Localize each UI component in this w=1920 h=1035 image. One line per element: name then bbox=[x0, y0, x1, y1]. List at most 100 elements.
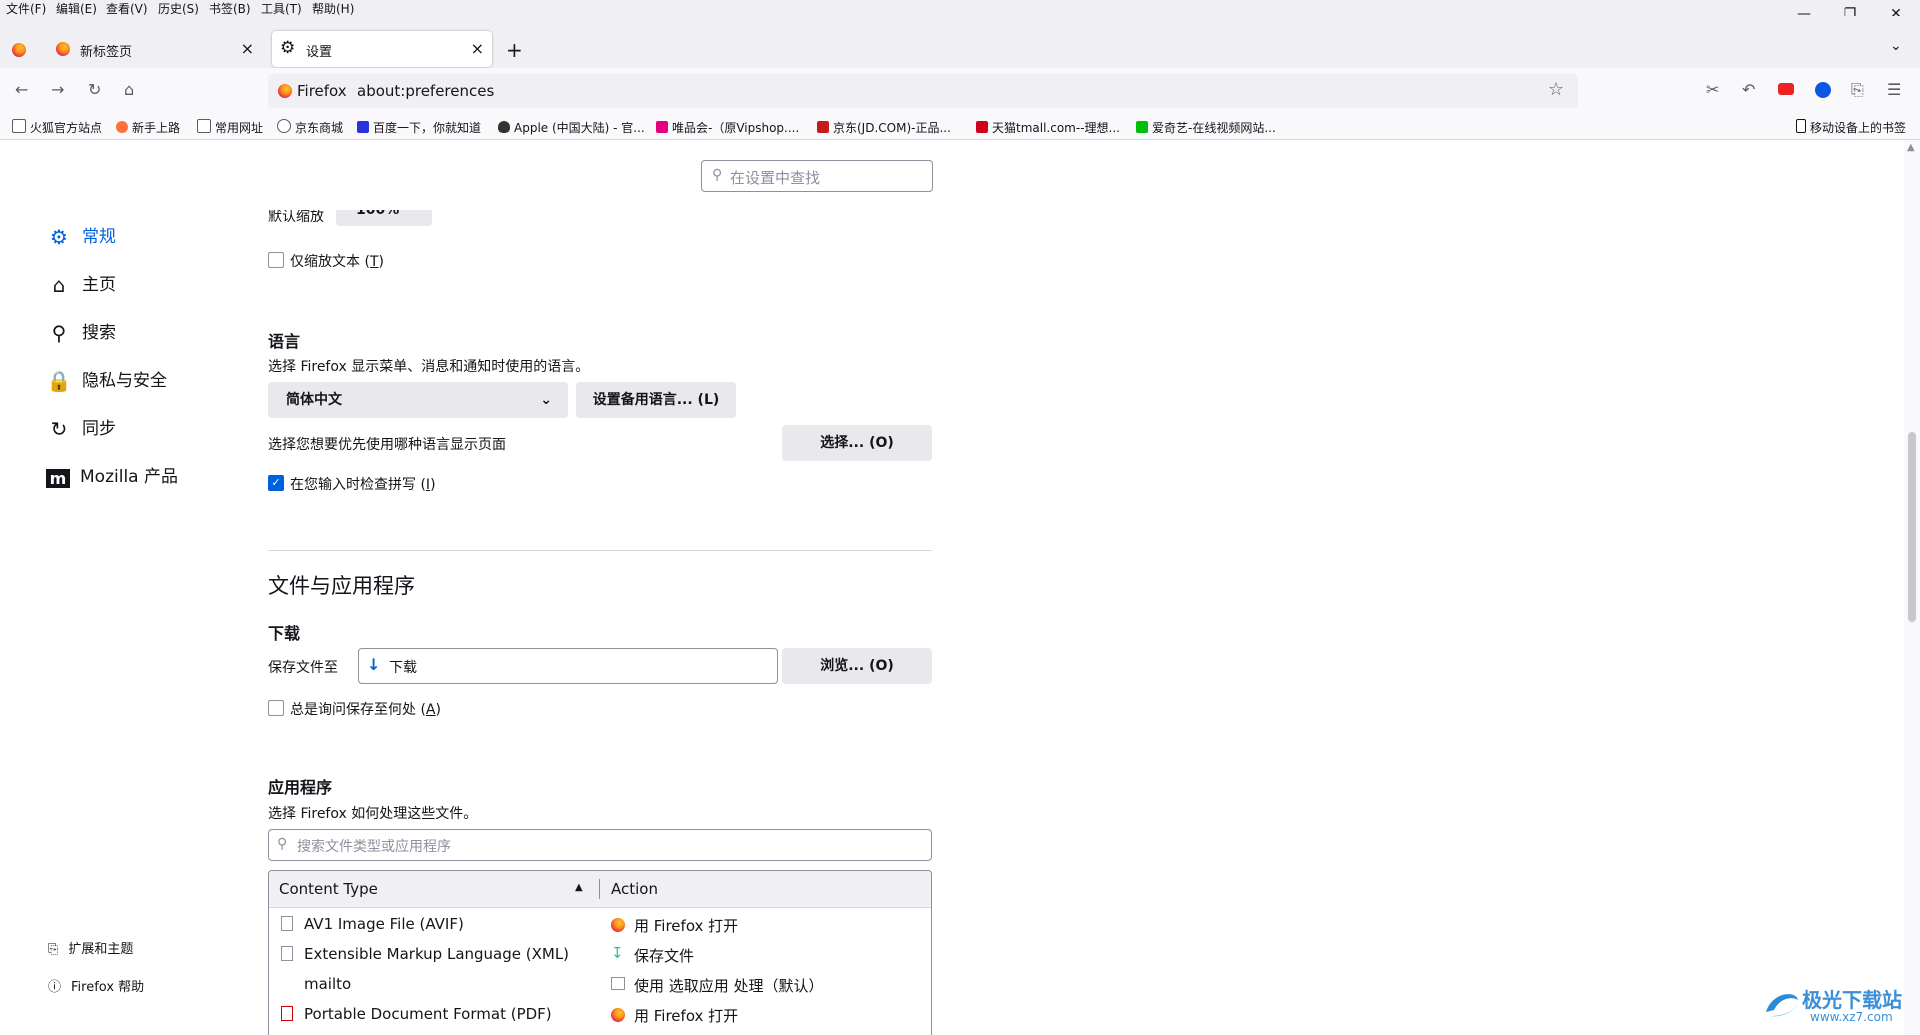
alt-language-button[interactable]: 设置备用语言... (L) bbox=[576, 382, 736, 418]
firefox-icon bbox=[611, 918, 625, 932]
jd-icon bbox=[817, 121, 829, 133]
account-icon[interactable] bbox=[1815, 82, 1831, 98]
gear-icon: ⚙ bbox=[50, 225, 68, 249]
tab-new-tab[interactable]: 新标签页 × bbox=[46, 31, 262, 67]
action-cell: 用 Firefox 打开 bbox=[634, 1007, 739, 1025]
spellcheck-label[interactable]: 在您输入时检查拼写 (I) bbox=[290, 474, 436, 494]
watermark-logo: 极光下载站 www.xz7.com bbox=[1762, 980, 1912, 1030]
sidebar-footer-help[interactable]: ⓘ Firefox 帮助 bbox=[48, 976, 144, 995]
table-row[interactable]: mailto 使用 选取应用 处理（默认） bbox=[269, 971, 931, 999]
sidebar-item-mozilla[interactable]: m Mozilla 产品 bbox=[46, 462, 178, 488]
table-row[interactable]: Portable Document Format (PDF) 用 Firefox… bbox=[269, 1001, 931, 1029]
menu-icon[interactable]: ☰ bbox=[1887, 80, 1901, 99]
settings-search-input[interactable]: ⚲ 在设置中查找 bbox=[701, 160, 933, 192]
bookmark-item[interactable]: 新手上路 bbox=[116, 119, 180, 136]
back-icon[interactable]: ← bbox=[15, 80, 28, 99]
sidebar-item-search[interactable]: ⚲ 搜索 bbox=[46, 318, 116, 345]
tab-label: 新标签页 bbox=[80, 45, 133, 60]
bookmark-label: 京东(JD.COM)-正品... bbox=[833, 121, 951, 135]
bookmark-item[interactable]: 火狐官方站点 bbox=[12, 119, 102, 136]
firefox-icon bbox=[116, 121, 128, 133]
language-select[interactable]: 简体中文 ⌄ bbox=[268, 382, 568, 418]
downloads-heading: 下载 bbox=[268, 624, 301, 643]
extensions-icon[interactable]: ⎘ bbox=[1851, 80, 1864, 100]
search-icon: ⚲ bbox=[712, 167, 723, 183]
bookmark-label: 百度一下，你就知道 bbox=[373, 121, 482, 135]
menu-tools[interactable]: 工具(T) bbox=[261, 0, 302, 17]
bookmark-label: 火狐官方站点 bbox=[30, 121, 103, 135]
bookmark-star-icon[interactable]: ☆ bbox=[1548, 79, 1564, 100]
watermark-url: www.xz7.com bbox=[1810, 1010, 1893, 1024]
column-content-type[interactable]: Content Type bbox=[279, 880, 378, 898]
scrollbar-thumb[interactable] bbox=[1908, 432, 1916, 622]
menu-history[interactable]: 历史(S) bbox=[158, 0, 199, 17]
always-ask-label[interactable]: 总是询问保存至何处 (A) bbox=[290, 699, 441, 719]
bookmark-item[interactable]: Apple (中国大陆) - 官... bbox=[498, 119, 645, 136]
zoom-select[interactable]: 100% bbox=[336, 210, 432, 226]
file-icon bbox=[281, 946, 293, 961]
applications-description: 选择 Firefox 如何处理这些文件。 bbox=[268, 806, 478, 822]
applications-heading: 应用程序 bbox=[268, 778, 333, 797]
image-file-icon bbox=[281, 916, 293, 931]
sync-icon: ↻ bbox=[50, 417, 68, 441]
sidebar-footer-extensions[interactable]: ⎘ 扩展和主题 bbox=[48, 938, 133, 957]
sidebar-item-sync[interactable]: ↻ 同步 bbox=[46, 414, 116, 441]
spellcheck-checkbox[interactable]: ✓ bbox=[268, 475, 284, 491]
table-row[interactable]: Extensible Markup Language (XML) ↧ 保存文件 bbox=[269, 941, 931, 969]
table-row[interactable]: AV1 Image File (AVIF) 用 Firefox 打开 bbox=[269, 911, 931, 939]
bookmark-label: 移动设备上的书签 bbox=[1810, 121, 1907, 135]
bookmark-item[interactable]: 爱奇艺-在线视频网站... bbox=[1136, 119, 1276, 136]
menu-view[interactable]: 查看(V) bbox=[106, 0, 148, 17]
scroll-up-icon[interactable]: ▲ bbox=[1907, 142, 1915, 153]
menu-bookmarks[interactable]: 书签(B) bbox=[209, 0, 251, 17]
language-heading: 语言 bbox=[268, 332, 301, 351]
bookmark-label: 爱奇艺-在线视频网站... bbox=[1152, 121, 1276, 135]
column-action[interactable]: Action bbox=[611, 880, 658, 898]
screenshot-icon[interactable]: ✂ bbox=[1706, 80, 1719, 99]
sidebar-item-home[interactable]: ⌂ 主页 bbox=[46, 270, 116, 297]
content-type-cell: Portable Document Format (PDF) bbox=[304, 1005, 552, 1023]
new-tab-button[interactable]: + bbox=[506, 38, 523, 62]
scrollbar-track[interactable]: ▲ bbox=[1904, 140, 1920, 1034]
choose-language-button[interactable]: 选择... (O) bbox=[782, 425, 932, 461]
video-icon[interactable] bbox=[1778, 83, 1794, 95]
menu-file[interactable]: 文件(F) bbox=[6, 0, 46, 17]
browse-button[interactable]: 浏览... (O) bbox=[782, 648, 932, 684]
url-text[interactable]: about:preferences bbox=[357, 82, 494, 100]
home-icon[interactable]: ⌂ bbox=[124, 80, 134, 99]
url-bar[interactable]: Firefox about:preferences ☆ bbox=[268, 74, 1578, 108]
language-description: 选择 Firefox 显示菜单、消息和通知时使用的语言。 bbox=[268, 359, 590, 375]
home-icon: ⌂ bbox=[52, 273, 66, 297]
bookmark-item[interactable]: 百度一下，你就知道 bbox=[357, 119, 481, 136]
sidebar-item-general[interactable]: ⚙ 常规 bbox=[46, 222, 116, 249]
action-cell: 保存文件 bbox=[634, 947, 695, 965]
sidebar-item-label: 常规 bbox=[82, 227, 116, 247]
bookmark-item[interactable]: 唯品会-（原Vipshop.... bbox=[656, 119, 799, 136]
forward-icon[interactable]: → bbox=[51, 80, 64, 99]
close-tab-icon[interactable]: × bbox=[471, 39, 484, 58]
zoom-text-only-checkbox[interactable] bbox=[268, 252, 284, 268]
save-to-label: 保存文件至 bbox=[268, 660, 338, 676]
tab-settings[interactable]: ⚙ 设置 × bbox=[272, 31, 492, 67]
mobile-bookmarks[interactable]: 移动设备上的书签 bbox=[1796, 119, 1906, 136]
lock-icon: 🔒 bbox=[46, 369, 72, 393]
sidebar-item-privacy[interactable]: 🔒 隐私与安全 bbox=[46, 366, 167, 393]
undo-icon[interactable]: ↶ bbox=[1742, 80, 1755, 99]
always-ask-checkbox[interactable] bbox=[268, 700, 284, 716]
application-icon bbox=[611, 977, 625, 990]
spellcheck-text: 在您输入时检查拼写 bbox=[290, 477, 416, 493]
reload-icon[interactable]: ↻ bbox=[88, 80, 101, 99]
globe-icon bbox=[277, 119, 291, 133]
bookmark-item[interactable]: 天猫tmall.com--理想... bbox=[976, 119, 1120, 136]
firefox-view-icon[interactable] bbox=[12, 43, 26, 57]
menu-help[interactable]: 帮助(H) bbox=[312, 0, 354, 17]
download-folder-field[interactable]: ↓ 下载 bbox=[358, 648, 778, 684]
applications-search-input[interactable]: ⚲ 搜索文件类型或应用程序 bbox=[268, 829, 932, 861]
menu-edit[interactable]: 编辑(E) bbox=[56, 0, 97, 17]
zoom-text-only-label[interactable]: 仅缩放文本 (T) bbox=[290, 251, 384, 271]
list-all-tabs-icon[interactable]: ⌄ bbox=[1890, 38, 1902, 54]
bookmark-item[interactable]: 京东(JD.COM)-正品... bbox=[817, 119, 951, 136]
bookmark-item[interactable]: 常用网址 bbox=[197, 119, 263, 136]
close-tab-icon[interactable]: × bbox=[241, 39, 254, 58]
bookmark-item[interactable]: 京东商城 bbox=[277, 119, 343, 136]
